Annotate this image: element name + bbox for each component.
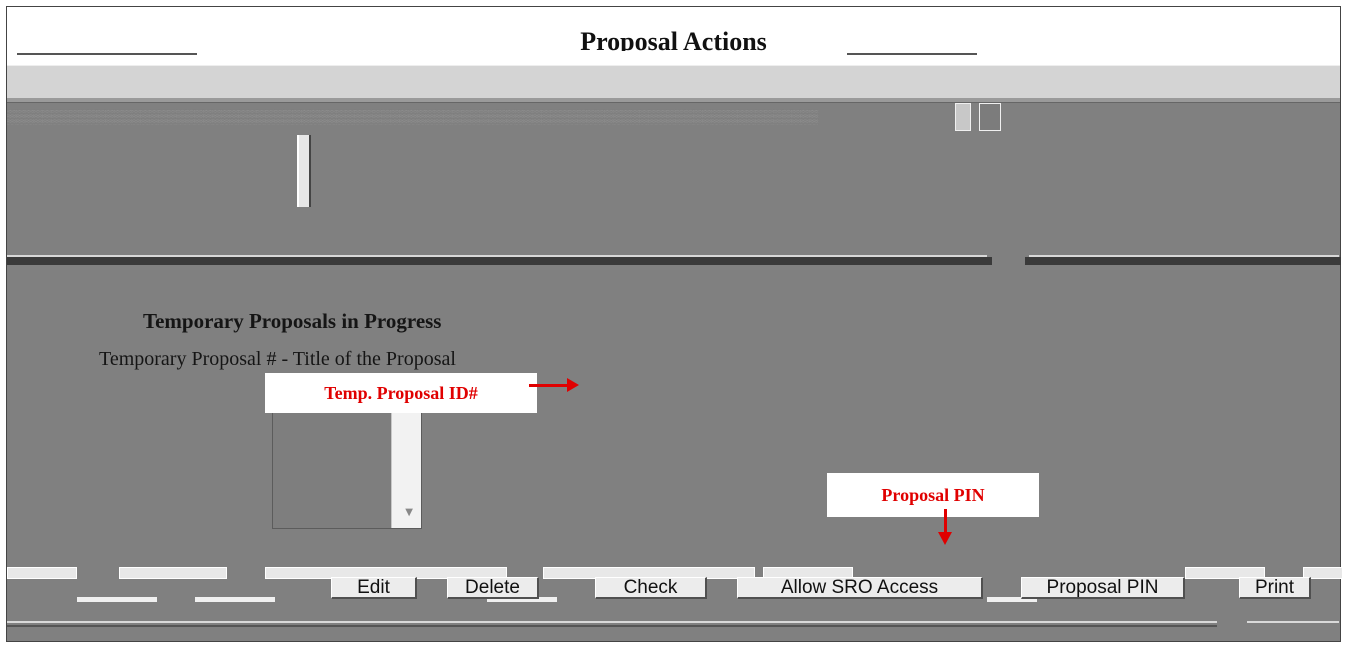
button-shadow (195, 597, 275, 602)
proposal-pin-callout: Proposal PIN (827, 473, 1039, 517)
header: Proposal Actions (7, 7, 1340, 65)
info-text-line: ▒▒▒▒▒▒▒▒▒▒▒▒▒▒▒▒▒▒▒▒▒▒▒▒▒▒▒▒▒▒▒▒▒▒▒▒▒▒▒▒… (7, 109, 818, 124)
application-frame: Proposal Actions ▒▒▒▒▒▒▒▒▒▒▒▒▒▒▒▒▒▒▒▒▒▒▒… (6, 6, 1343, 642)
section-title: Temporary Proposals in Progress (143, 309, 442, 333)
divider-bar (7, 257, 992, 265)
check-button[interactable]: Check (595, 577, 707, 599)
splitter-handle[interactable] (979, 103, 1001, 131)
divider-bar (1025, 257, 1341, 265)
delete-button[interactable]: Delete (447, 577, 539, 599)
edit-button[interactable]: Edit (331, 577, 417, 599)
button-ghost (7, 567, 77, 579)
allow-sro-access-button[interactable]: Allow SRO Access (737, 577, 983, 599)
toolbar-strip (7, 65, 1340, 103)
arrow-right-icon (529, 378, 579, 392)
toolbar-bevel (7, 98, 1340, 102)
list-header: Temporary Proposal # - Title of the Prop… (99, 348, 456, 370)
header-rule (847, 53, 977, 55)
print-button[interactable]: Print (1239, 577, 1311, 599)
splitter-handle[interactable] (955, 103, 971, 131)
panel-splitter[interactable] (297, 135, 311, 207)
bottom-rule (7, 621, 1217, 623)
arrow-down-icon (938, 509, 952, 545)
button-shadow (77, 597, 157, 602)
header-rule (17, 53, 197, 55)
page-title: Proposal Actions (580, 29, 767, 51)
temp-proposal-id-callout: Temp. Proposal ID# (265, 373, 537, 413)
bottom-rule (1247, 621, 1339, 623)
proposal-pin-button[interactable]: Proposal PIN (1021, 577, 1185, 599)
button-ghost (119, 567, 227, 579)
info-panel: ▒▒▒▒▒▒▒▒▒▒▒▒▒▒▒▒▒▒▒▒▒▒▒▒▒▒▒▒▒▒▒▒▒▒▒▒▒▒▒▒… (7, 103, 1340, 259)
bottom-rule-dark (7, 625, 1217, 627)
scroll-down-icon[interactable]: ▼ (405, 507, 413, 518)
